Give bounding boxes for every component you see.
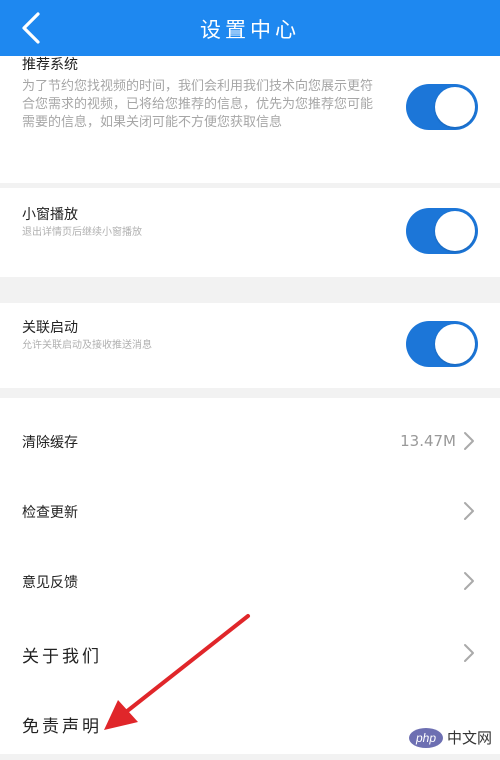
linked-start-description: 允许关联启动及接收推送消息 xyxy=(22,340,152,351)
recommend-title: 推荐系统 xyxy=(22,57,78,73)
cache-size-value: 13.47M xyxy=(400,432,456,450)
header-bar: 设置中心 xyxy=(0,0,500,56)
toggle-knob xyxy=(435,324,475,364)
clear-cache-label: 清除缓存 xyxy=(22,435,78,451)
check-update-row[interactable]: 检查更新 xyxy=(0,478,500,548)
about-row[interactable]: 关于我们 xyxy=(0,620,500,690)
linked-start-title: 关联启动 xyxy=(22,320,78,336)
recommend-toggle[interactable] xyxy=(406,84,478,130)
site-watermark: php 中文网 xyxy=(408,727,492,748)
toggle-knob xyxy=(435,87,475,127)
recommend-description: 为了节约您找视频的时间，我们会利用我们技术向您展示更符合您需求的视频，已将给您推… xyxy=(22,79,374,130)
linked-start-toggle[interactable] xyxy=(406,321,478,367)
mini-window-toggle[interactable] xyxy=(406,208,478,254)
watermark-logo: php xyxy=(408,727,443,748)
recommend-section: 推荐系统 为了节约您找视频的时间，我们会利用我们技术向您展示更符合您需求的视频，… xyxy=(0,56,500,183)
mini-window-title: 小窗播放 xyxy=(22,207,78,223)
watermark-text: 中文网 xyxy=(446,730,492,747)
clear-cache-row[interactable]: 清除缓存 13.47M xyxy=(0,408,500,478)
toggle-knob xyxy=(435,211,475,251)
feedback-label: 意见反馈 xyxy=(22,575,78,591)
disclaimer-row[interactable]: 免责声明 xyxy=(0,690,500,760)
settings-list: 清除缓存 13.47M 检查更新 意见反馈 关于我们 免责声明 xyxy=(0,398,500,754)
check-update-label: 检查更新 xyxy=(22,505,78,521)
chevron-right-icon xyxy=(464,432,474,450)
linked-start-section: 关联启动 允许关联启动及接收推送消息 xyxy=(0,303,500,388)
about-label: 关于我们 xyxy=(22,647,102,667)
mini-window-description: 退出详情页后继续小窗播放 xyxy=(22,227,142,238)
page-title: 设置中心 xyxy=(200,18,300,42)
feedback-row[interactable]: 意见反馈 xyxy=(0,548,500,618)
chevron-right-icon xyxy=(464,502,474,520)
mini-window-section: 小窗播放 退出详情页后继续小窗播放 xyxy=(0,188,500,277)
chevron-right-icon xyxy=(464,644,474,662)
chevron-right-icon xyxy=(464,572,474,590)
disclaimer-label: 免责声明 xyxy=(22,717,102,737)
